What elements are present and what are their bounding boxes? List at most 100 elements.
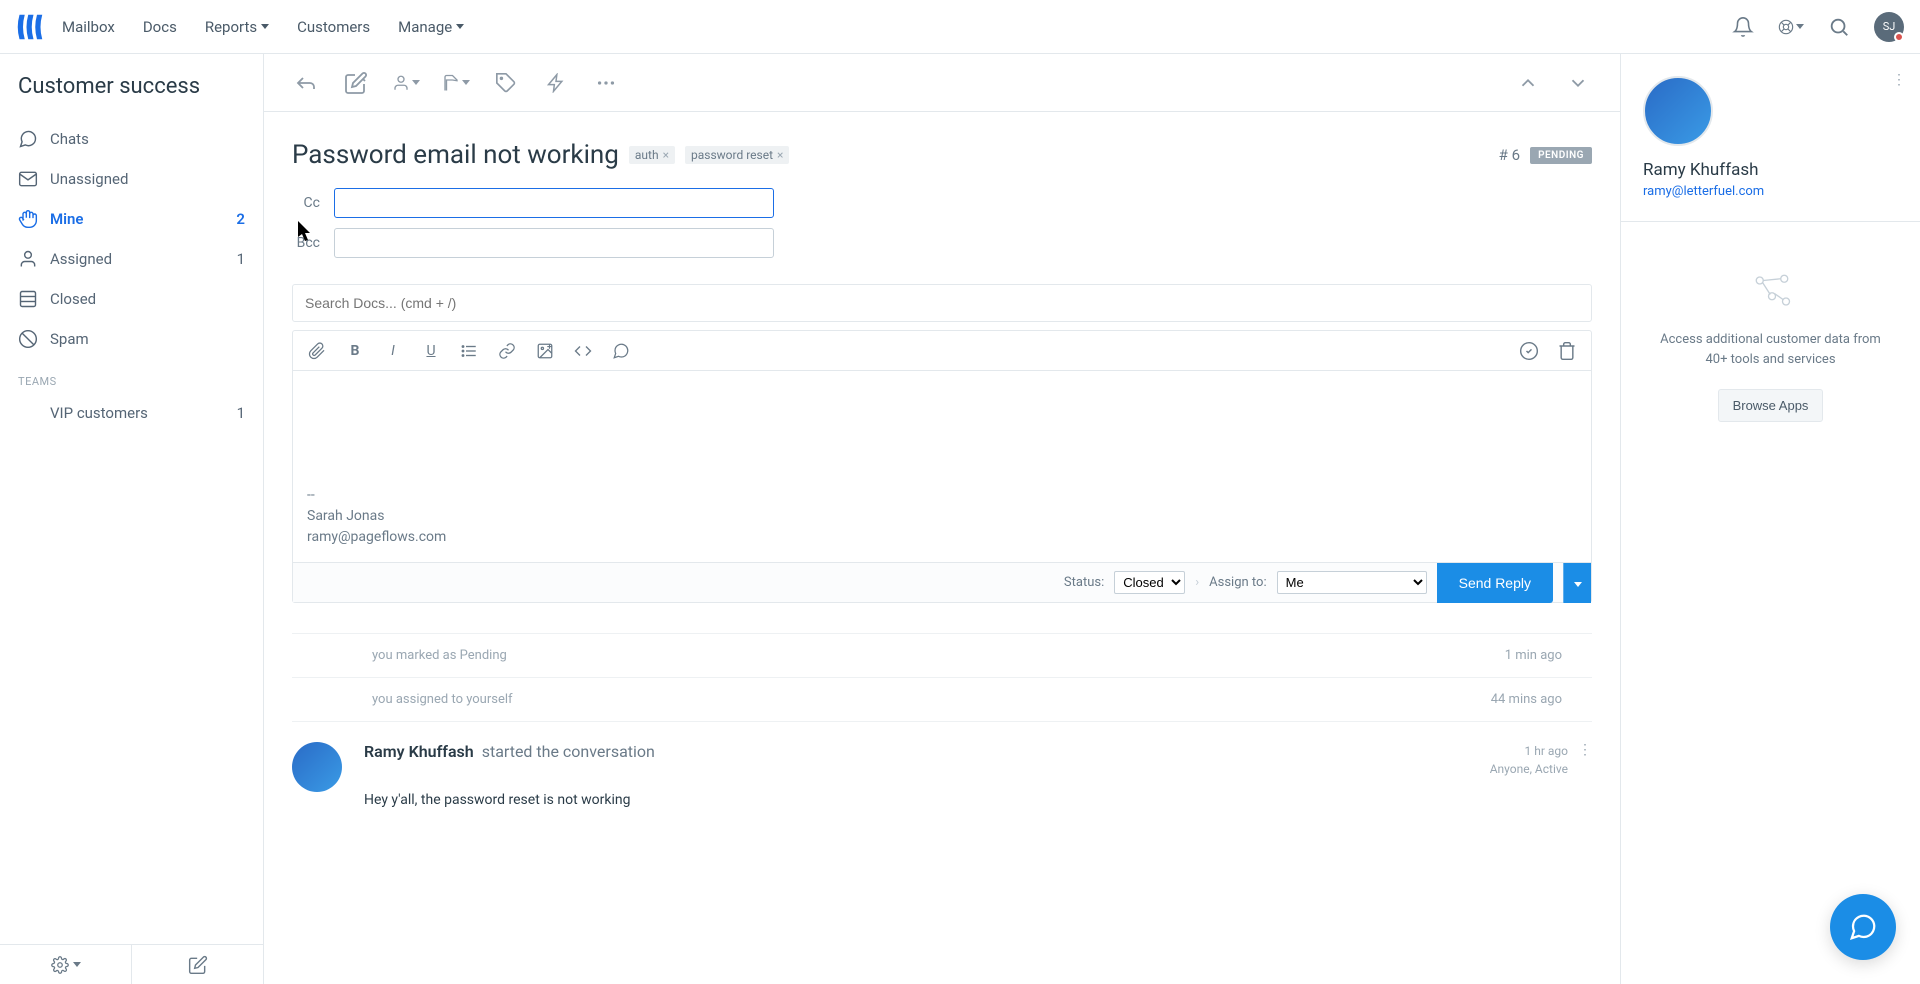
- archive-icon: [18, 289, 38, 309]
- cc-input[interactable]: [334, 188, 774, 218]
- assign-label: Assign to:: [1209, 575, 1266, 590]
- signature-name: Sarah Jonas: [307, 506, 1577, 527]
- search-icon[interactable]: [1826, 14, 1852, 40]
- list-icon[interactable]: [459, 341, 479, 361]
- mailbox-title: Customer success: [0, 54, 263, 119]
- help-beacon-button[interactable]: [1830, 894, 1896, 960]
- message-action: started the conversation: [482, 742, 655, 761]
- send-options-dropdown[interactable]: [1563, 563, 1591, 603]
- workflow-icon[interactable]: [542, 69, 570, 97]
- your-avatar[interactable]: SJ: [1874, 12, 1904, 42]
- chat-icon: [18, 129, 38, 149]
- link-icon[interactable]: [497, 341, 517, 361]
- message-meta: Anyone, Active: [1490, 760, 1568, 778]
- customer-avatar-large: [1643, 76, 1713, 146]
- search-docs-input[interactable]: [292, 284, 1592, 322]
- conversation-toolbar: [264, 54, 1620, 112]
- top-nav: Mailbox Docs Reports Customers Manage SJ: [0, 0, 1920, 54]
- code-icon[interactable]: [573, 341, 593, 361]
- reply-editor: B I U --: [292, 330, 1592, 603]
- bold-icon[interactable]: B: [345, 341, 365, 361]
- sidebar-item-spam[interactable]: Spam: [0, 319, 263, 359]
- history-item: you marked as Pending 1 min ago: [292, 633, 1592, 677]
- customer-email[interactable]: ramy@letterfuel.com: [1643, 184, 1898, 199]
- browse-apps-button[interactable]: Browse Apps: [1718, 389, 1824, 422]
- tag-chip[interactable]: password reset×: [685, 146, 789, 164]
- italic-icon[interactable]: I: [383, 341, 403, 361]
- presence-dot: [1894, 32, 1904, 42]
- message-time: 1 hr ago: [1490, 742, 1568, 760]
- image-icon[interactable]: [535, 341, 555, 361]
- message-options-icon[interactable]: ⋮: [1578, 742, 1592, 778]
- avatar-initials: SJ: [1883, 20, 1896, 33]
- status-badge: PENDING: [1530, 147, 1592, 164]
- history-item: you assigned to yourself 44 mins ago: [292, 677, 1592, 721]
- customer-avatar: [292, 742, 342, 792]
- nav-customers[interactable]: Customers: [297, 18, 370, 36]
- sidebar-item-count: 2: [236, 210, 245, 228]
- nav-manage[interactable]: Manage: [398, 18, 464, 36]
- nav-reports[interactable]: Reports: [205, 18, 269, 36]
- reply-icon[interactable]: [292, 69, 320, 97]
- next-convo-icon[interactable]: [1564, 69, 1592, 97]
- email-icon: [18, 169, 38, 189]
- nav-mailbox[interactable]: Mailbox: [62, 18, 115, 36]
- conversation-message: Ramy Khuffash started the conversation 1…: [292, 721, 1592, 828]
- sidebar-item-count: 1: [237, 250, 245, 268]
- insert-emoji-icon[interactable]: [1519, 341, 1539, 361]
- sidebar-item-count: 1: [237, 404, 245, 422]
- bcc-input[interactable]: [334, 228, 774, 258]
- sidebar-item-label: Chats: [50, 130, 89, 148]
- assign-icon[interactable]: [392, 69, 420, 97]
- editor-textarea[interactable]: -- Sarah Jonas ramy@pageflows.com: [293, 371, 1591, 562]
- saved-reply-icon[interactable]: [611, 341, 631, 361]
- user-icon: [18, 249, 38, 269]
- nav-docs[interactable]: Docs: [143, 18, 177, 36]
- message-body: Hey y'all, the password reset is not wor…: [364, 792, 1592, 808]
- sidebar-item-label: Spam: [50, 330, 89, 348]
- tag-remove-icon[interactable]: ×: [777, 148, 783, 162]
- new-conversation-button[interactable]: [131, 945, 263, 984]
- tag-icon[interactable]: [492, 69, 520, 97]
- apps-empty-text: Access additional customer data from 40+…: [1651, 330, 1890, 369]
- cc-label: Cc: [292, 195, 320, 211]
- customer-options-icon[interactable]: ⋮: [1892, 72, 1906, 88]
- brand-logo[interactable]: [16, 13, 44, 41]
- signature-sep: --: [307, 485, 1577, 506]
- sidebar-item-assigned[interactable]: Assigned 1: [0, 239, 263, 279]
- tag-chip[interactable]: auth×: [629, 146, 675, 164]
- underline-icon[interactable]: U: [421, 341, 441, 361]
- life-ring-icon[interactable]: [1778, 14, 1804, 40]
- settings-dropdown[interactable]: [0, 945, 131, 984]
- sidebar-item-label: Unassigned: [50, 170, 128, 188]
- signature-email: ramy@pageflows.com: [307, 527, 1577, 548]
- customer-name: Ramy Khuffash: [1643, 160, 1898, 180]
- tag-remove-icon[interactable]: ×: [663, 148, 669, 162]
- bcc-label: Bcc: [292, 235, 320, 251]
- status-flag-icon[interactable]: [442, 69, 470, 97]
- chevron-right-icon: ›: [1195, 575, 1199, 590]
- sidebar-item-label: Assigned: [50, 250, 112, 268]
- message-author: Ramy Khuffash: [364, 742, 474, 761]
- apps-network-icon: [1751, 270, 1791, 310]
- spam-icon: [18, 329, 38, 349]
- assign-select[interactable]: Me: [1277, 571, 1427, 594]
- conversation-subject: Password email not working: [292, 140, 619, 170]
- sidebar-item-chats[interactable]: Chats: [0, 119, 263, 159]
- sidebar-team-item[interactable]: VIP customers 1: [0, 394, 263, 432]
- sidebar-item-label: VIP customers: [50, 404, 148, 422]
- sidebar-item-label: Mine: [50, 210, 83, 228]
- sidebar-item-label: Closed: [50, 290, 96, 308]
- send-reply-button[interactable]: Send Reply: [1437, 563, 1553, 603]
- status-label: Status:: [1064, 575, 1104, 590]
- status-select[interactable]: Closed: [1114, 571, 1185, 594]
- attachment-icon[interactable]: [307, 341, 327, 361]
- sidebar-item-unassigned[interactable]: Unassigned: [0, 159, 263, 199]
- sidebar-item-closed[interactable]: Closed: [0, 279, 263, 319]
- bell-icon[interactable]: [1730, 14, 1756, 40]
- sidebar-item-mine[interactable]: Mine 2: [0, 199, 263, 239]
- delete-draft-icon[interactable]: [1557, 341, 1577, 361]
- note-icon[interactable]: [342, 69, 370, 97]
- prev-convo-icon[interactable]: [1514, 69, 1542, 97]
- more-icon[interactable]: [592, 69, 620, 97]
